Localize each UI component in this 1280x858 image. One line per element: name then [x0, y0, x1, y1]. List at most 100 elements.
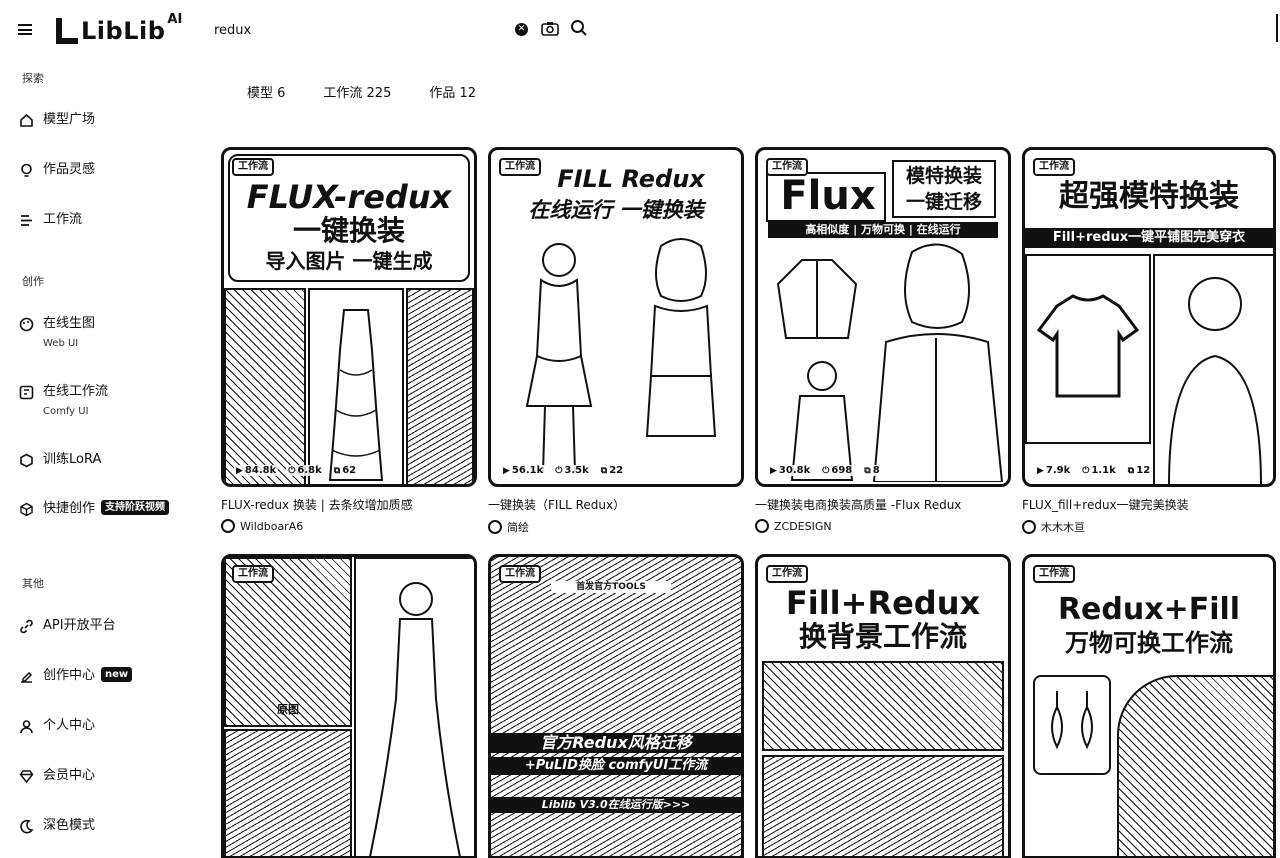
workflow-tag: 工作流 — [766, 158, 808, 176]
sidebar-item-creator-center[interactable]: 创作中心 new — [18, 667, 133, 685]
top-bar: LibLib AI ✕ — [0, 0, 1280, 60]
photo-panel — [406, 288, 474, 484]
saves-count: 62 — [342, 465, 357, 476]
workflow-card[interactable]: 工作流 FILL Redux 在线运行 一键换装 ▶ 56.1k ⏻ 3.5k ⧉ 2… — [488, 147, 744, 535]
sidebar-item-label: 作品灵感 — [43, 162, 96, 177]
views-stat: ▶ 7.9k — [1035, 465, 1073, 476]
card-title[interactable]: 一键换装电商换装高质量 -Flux Redux — [755, 497, 1011, 513]
clear-search-icon[interactable]: ✕ — [515, 23, 528, 36]
menu-icon[interactable] — [18, 24, 32, 35]
photo-panel — [308, 288, 404, 484]
sidebar-item-membership[interactable]: 会员中心 — [18, 767, 95, 785]
workflow-tag: 工作流 — [232, 158, 274, 176]
run-icon: ⏻ — [288, 465, 296, 476]
saves-stat: ⧉ 62 — [331, 465, 359, 476]
card-headline: Flux — [780, 173, 876, 219]
card-headline: Fill+Redux — [785, 584, 981, 622]
author-name: WildboarA6 — [240, 519, 304, 533]
sidebar-item-personal-center[interactable]: 个人中心 — [18, 717, 95, 735]
views-count: 56.1k — [511, 465, 544, 476]
section-label-create: 创作 — [22, 275, 44, 288]
palette-icon — [18, 316, 34, 332]
tab-models[interactable]: 模型 6 — [247, 86, 285, 102]
workflow-card[interactable]: 工作流 Redux+Fill 万物可换工作流 — [1022, 554, 1276, 858]
photo-panel — [224, 288, 306, 484]
runs-stat: ⏻ 698 — [820, 465, 855, 476]
sidebar-item-online-generate[interactable]: 在线生图 Web UI — [18, 315, 95, 353]
model-illustration — [525, 243, 593, 473]
model-illustration — [790, 361, 854, 481]
logo-ai: AI — [167, 12, 183, 27]
card-title[interactable]: FLUX-redux 换装 | 去条纹增加质感 — [221, 497, 477, 513]
card-headline: Redux+Fill — [1057, 592, 1241, 627]
card-headline: 超强模特换装 — [1059, 179, 1239, 214]
comfy-icon — [18, 384, 34, 400]
sidebar-item-online-workflow[interactable]: 在线工作流 Comfy UI — [18, 383, 108, 421]
card-headline: 高相似度 | 万物可换 | 在线运行 — [768, 222, 998, 238]
tab-works[interactable]: 作品 12 — [429, 86, 476, 102]
workflow-card[interactable]: 工作流 原图 — [221, 554, 477, 858]
workflow-card[interactable]: 工作流 Fill+Redux 换背景工作流 — [755, 554, 1011, 858]
bookmark-icon: ⧉ — [1127, 465, 1135, 476]
tab-workflows[interactable]: 工作流 225 — [323, 86, 391, 102]
sidebar-item-label: 在线生图 — [43, 316, 96, 331]
views-stat: ▶ 84.8k — [234, 465, 279, 476]
photo-panel — [1025, 254, 1151, 444]
search-input[interactable] — [204, 16, 544, 44]
runs-count: 698 — [831, 465, 853, 476]
sidebar-item-inspiration[interactable]: 作品灵感 — [18, 161, 95, 179]
card-author[interactable]: ZCDESIGN — [755, 519, 1011, 533]
home-icon — [18, 112, 34, 128]
workflow-tag: 工作流 — [1033, 565, 1075, 583]
saves-count: 12 — [1136, 465, 1151, 476]
logo[interactable]: LibLib AI — [56, 12, 183, 44]
sidebar-item-quick-create[interactable]: 快捷创作 支持阶跃视频 — [18, 500, 170, 518]
card-headline: +PuLID换脸 comfyUI工作流 — [491, 757, 741, 775]
scrollbar[interactable] — [1276, 14, 1280, 42]
card-author[interactable]: 简绘 — [488, 519, 744, 535]
sidebar-item-label: 模型广场 — [43, 112, 96, 127]
search-icon[interactable] — [570, 19, 588, 41]
card-title[interactable]: 一键换装（FILL Redux） — [488, 497, 744, 513]
card-headline: 万物可换工作流 — [1065, 629, 1233, 657]
sidebar-item-api[interactable]: API开放平台 — [18, 617, 116, 635]
card-title[interactable]: FLUX_fill+redux一键完美换装 — [1022, 497, 1276, 513]
saves-count: 8 — [872, 465, 880, 476]
card-author[interactable]: 木木木亘 — [1022, 519, 1276, 535]
workflow-card[interactable]: 工作流 超强模特换装 Fill+redux一键平铺图完美穿衣 ▶ 7.9k ⏻ 1.… — [1022, 147, 1276, 535]
views-stat: ▶ 30.8k — [768, 465, 813, 476]
tshirt-illustration — [1036, 294, 1140, 398]
play-icon: ▶ — [236, 465, 243, 476]
camera-icon[interactable] — [541, 21, 559, 40]
avatar — [1022, 520, 1036, 534]
bookmark-icon: ⧉ — [333, 465, 341, 476]
card-thumbnail: 工作流 首发官方TOOLS 官方Redux风格迁移 +PuLID换脸 comfy… — [488, 554, 744, 858]
workflow-card[interactable]: 工作流 Flux 模特换装 一键迁移 高相似度 | 万物可换 | 在线运行 ▶ 3… — [755, 147, 1011, 533]
author-name: 木木木亘 — [1041, 521, 1085, 534]
views-count: 84.8k — [244, 465, 277, 476]
logo-mark — [56, 18, 78, 44]
photo-panel — [1117, 675, 1273, 856]
sidebar-item-label: 创作中心 — [43, 668, 96, 683]
jacket-illustration — [776, 259, 858, 339]
play-icon: ▶ — [1037, 465, 1044, 476]
sidebar-item-label: 个人中心 — [43, 718, 96, 733]
workflow-tag: 工作流 — [499, 158, 541, 176]
photo-panel — [354, 557, 474, 856]
runs-count: 1.1k — [1091, 465, 1116, 476]
sidebar-item-workflow[interactable]: 工作流 — [18, 211, 82, 229]
run-icon: ⏻ — [1082, 465, 1090, 476]
views-stat: ▶ 56.1k — [501, 465, 546, 476]
sidebar-item-dark-mode[interactable]: 深色模式 — [18, 817, 95, 835]
workflow-card[interactable]: 工作流 首发官方TOOLS 官方Redux风格迁移 +PuLID换脸 comfy… — [488, 554, 744, 858]
bookmark-icon: ⧉ — [600, 465, 608, 476]
status-badge: 支持阶跃视频 — [101, 500, 170, 515]
card-author[interactable]: WildboarA6 — [221, 519, 477, 533]
views-count: 30.8k — [778, 465, 811, 476]
card-thumbnail: 工作流 超强模特换装 Fill+redux一键平铺图完美穿衣 ▶ 7.9k ⏻ 1.… — [1022, 147, 1276, 487]
sidebar-item-train-lora[interactable]: 训练LoRA — [18, 451, 101, 469]
card-thumbnail: 工作流 Flux 模特换装 一键迁移 高相似度 | 万物可换 | 在线运行 ▶ 3… — [755, 147, 1011, 487]
workflow-card[interactable]: 工作流 FLUX-redux 一键换装 导入图片 一键生成 ▶ 84.8k ⏻ 6.… — [221, 147, 477, 533]
photo-panel — [1033, 675, 1111, 775]
sidebar-item-model-square[interactable]: 模型广场 — [18, 111, 95, 129]
